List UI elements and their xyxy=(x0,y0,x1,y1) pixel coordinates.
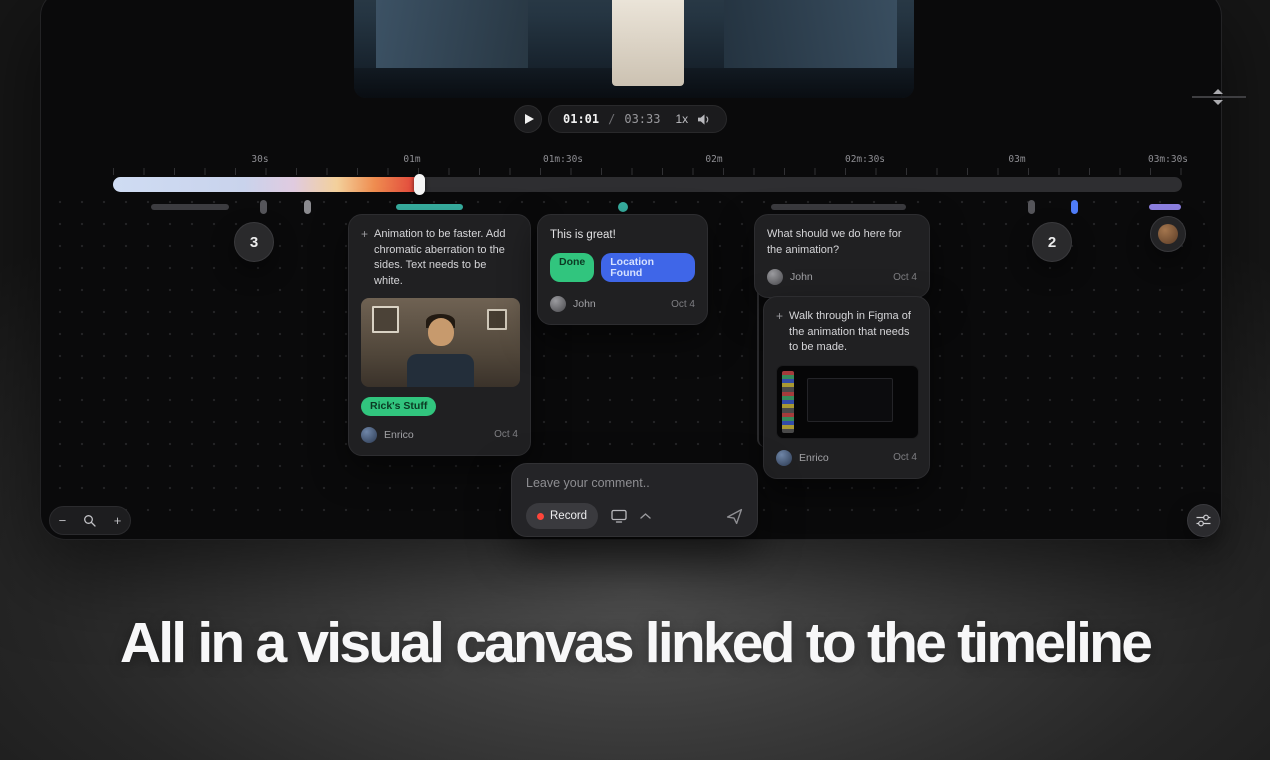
timeline-segment-gray-2[interactable] xyxy=(771,204,906,210)
tag-ricks-stuff[interactable]: Rick's Stuff xyxy=(361,397,437,416)
timeline-marker-light[interactable] xyxy=(304,200,311,214)
playback-speed-button[interactable]: 1x xyxy=(675,112,688,126)
add-comment-icon: + xyxy=(361,227,369,241)
record-dot-icon xyxy=(537,512,544,520)
app-window: 01:01 / 03:33 1x 30s 01m 01m:30s 02m 02m… xyxy=(40,0,1222,540)
avatar xyxy=(361,426,377,443)
record-button[interactable]: Record xyxy=(526,503,599,529)
comment-date: Oct 4 xyxy=(893,452,917,464)
timeline-segment-gray-1[interactable] xyxy=(151,204,229,210)
chevron-up-icon xyxy=(640,513,651,519)
timeline-segment-teal[interactable] xyxy=(396,204,463,210)
thumbnail-art xyxy=(782,370,794,433)
filter-button[interactable] xyxy=(1187,504,1220,537)
video-art-panel xyxy=(376,0,528,74)
author-name: John xyxy=(790,271,813,284)
comment-text: Animation to be faster. Add chromatic ab… xyxy=(374,228,506,287)
timeline-progress xyxy=(113,177,424,192)
play-icon xyxy=(525,114,534,124)
comment-date: Oct 4 xyxy=(671,298,695,310)
timeline-marker-blue[interactable] xyxy=(1071,200,1078,214)
duration: 03:33 xyxy=(624,112,661,126)
author-name: John xyxy=(573,298,596,311)
tag-done[interactable]: Done xyxy=(550,253,595,283)
ruler-label: 30s xyxy=(251,154,269,165)
ruler-label: 03m:30s xyxy=(1147,154,1189,165)
headline: All in a visual canvas linked to the tim… xyxy=(119,611,1153,675)
comment-text: What should we do here for the animation… xyxy=(767,228,902,256)
video-art-figure xyxy=(611,0,685,86)
screen-share-button[interactable] xyxy=(611,509,627,523)
send-icon xyxy=(726,508,743,524)
magnifier-icon xyxy=(84,515,97,527)
zoom-out-button[interactable]: − xyxy=(59,513,67,528)
arrow-down-icon xyxy=(1213,100,1223,105)
edge-resize-handle[interactable] xyxy=(1213,89,1225,105)
play-button[interactable] xyxy=(514,105,542,133)
playhead[interactable] xyxy=(414,174,425,195)
author-name: Enrico xyxy=(799,451,829,464)
thumbnail-art xyxy=(407,353,474,388)
avatar-marker[interactable] xyxy=(1150,216,1186,252)
record-label: Record xyxy=(550,510,588,522)
ruler-ticks xyxy=(113,168,1182,175)
thumbnail-art xyxy=(372,306,400,334)
comment-card-figma[interactable]: + Walk through in Figma of the animation… xyxy=(763,296,930,479)
thumbnail-art xyxy=(427,318,454,347)
timeline-marker-gray-2[interactable] xyxy=(1028,200,1035,214)
thumbnail-art xyxy=(486,309,508,331)
figma-screenshot-thumbnail[interactable] xyxy=(776,364,919,439)
thumbnail-art xyxy=(807,377,893,422)
video-reply-thumbnail[interactable] xyxy=(361,298,520,388)
cluster-badge-3[interactable]: 3 xyxy=(234,222,274,262)
time-separator: / xyxy=(608,112,616,126)
tag-location-found[interactable]: Location Found xyxy=(601,253,695,283)
comment-date: Oct 4 xyxy=(893,271,917,283)
ruler-label: 02m:30s xyxy=(844,154,886,165)
video-frame[interactable] xyxy=(354,0,914,98)
comment-text: Walk through in Figma of the animation t… xyxy=(789,310,911,354)
add-comment-icon: + xyxy=(776,309,784,323)
avatar xyxy=(550,296,566,313)
filter-sliders-icon xyxy=(1196,514,1211,527)
volume-button[interactable] xyxy=(697,113,712,126)
cluster-badge-2[interactable]: 2 xyxy=(1032,222,1072,262)
playback-pill: 01:01 / 03:33 1x xyxy=(548,105,728,133)
video-art-panel xyxy=(723,0,898,77)
comment-input[interactable]: Leave your comment.. xyxy=(526,476,743,490)
comment-card-question[interactable]: What should we do here for the animation… xyxy=(754,214,930,299)
ruler-label: 02m xyxy=(705,154,723,165)
avatar xyxy=(776,449,792,466)
author-name: Enrico xyxy=(384,428,414,441)
send-button[interactable] xyxy=(726,508,743,525)
comment-date: Oct 4 xyxy=(494,429,518,441)
monitor-icon xyxy=(611,509,627,523)
timeline-marker-gray-1[interactable] xyxy=(260,200,267,214)
zoom-in-button[interactable]: + xyxy=(114,513,122,528)
timeline-track[interactable] xyxy=(113,177,1182,192)
zoom-controls: − + xyxy=(49,506,131,535)
ruler-label: 01m:30s xyxy=(542,154,584,165)
ruler-label: 01m xyxy=(403,154,421,165)
comment-text: This is great! xyxy=(550,229,616,241)
current-time: 01:01 xyxy=(563,112,600,126)
speaker-icon xyxy=(698,113,709,125)
arrow-up-icon xyxy=(1213,89,1223,94)
comment-composer[interactable]: Leave your comment.. Record xyxy=(511,463,758,537)
avatar xyxy=(1158,224,1178,244)
timeline-dot-teal[interactable] xyxy=(618,202,628,212)
marketing-background: 01:01 / 03:33 1x 30s 01m 01m:30s 02m 02m… xyxy=(0,0,1270,760)
search-button[interactable] xyxy=(83,514,97,527)
avatar xyxy=(767,269,783,286)
timeline-segment-purple[interactable] xyxy=(1149,204,1181,210)
ruler-label: 03m xyxy=(1008,154,1026,165)
comment-card-animation[interactable]: + Animation to be faster. Add chromatic … xyxy=(348,214,531,456)
comment-card-great[interactable]: This is great! Done Location Found John … xyxy=(537,214,708,326)
expand-button[interactable] xyxy=(640,513,651,519)
